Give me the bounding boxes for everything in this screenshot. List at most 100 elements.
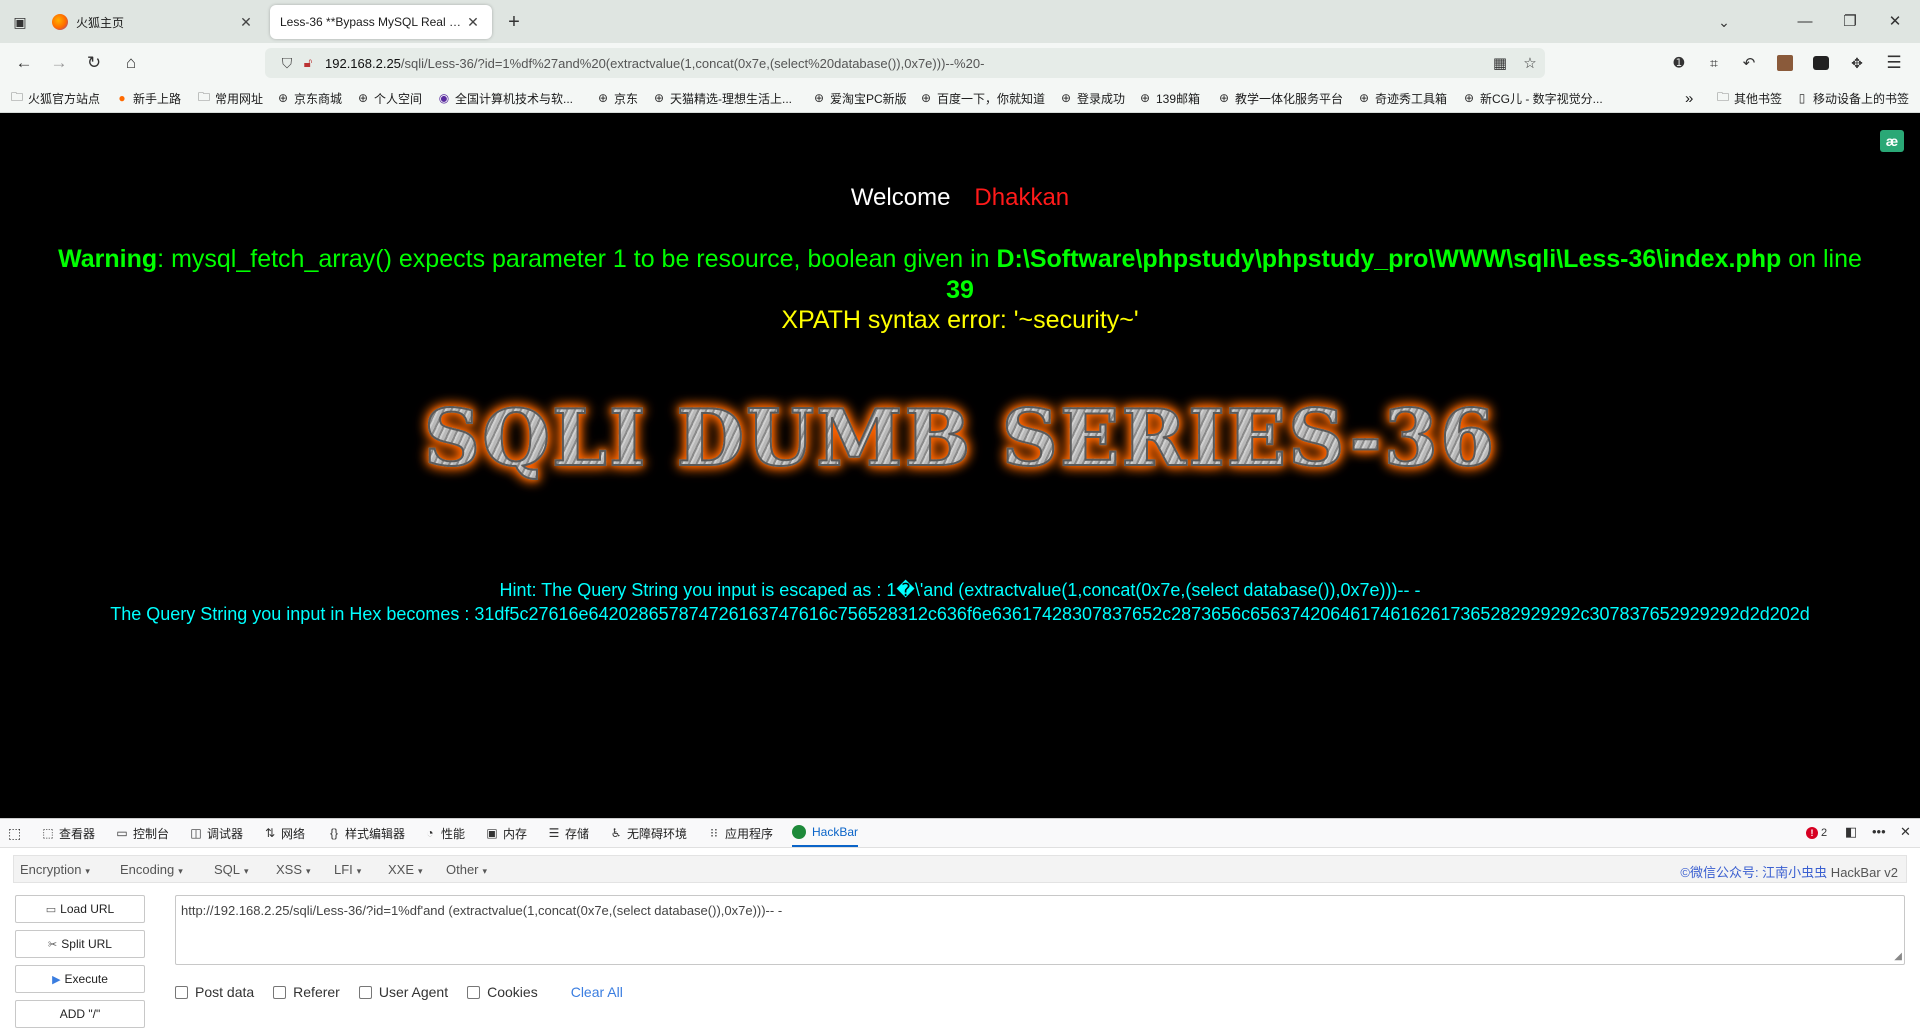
bookmark-label: 新手上路: [133, 91, 182, 106]
storage-icon: ☰: [548, 826, 560, 840]
bookmark-item[interactable]: ⊕ 139邮箱: [1138, 89, 1200, 107]
hackbar-menu-item[interactable]: XSS ▾: [276, 862, 311, 877]
url-text[interactable]: 192.168.2.25/sqli/Less-36/?id=1%df%27and…: [325, 56, 1485, 71]
minimize-button[interactable]: —: [1785, 8, 1825, 34]
debugger-icon: ◫: [190, 826, 202, 840]
tracking-shield-icon[interactable]: ⛉: [277, 55, 297, 72]
checkbox-label: User Agent: [378, 984, 449, 1000]
load-url-button[interactable]: ▭ Load URL: [15, 895, 145, 923]
close-devtools-icon[interactable]: ✕: [1900, 824, 1911, 840]
bookmark-item[interactable]: 🗀︎ 常用网址: [197, 89, 263, 107]
new-tab-button[interactable]: +: [500, 10, 528, 34]
list-all-tabs-icon[interactable]: ⌄: [1712, 10, 1736, 34]
post-data-checkbox[interactable]: Post data: [175, 984, 254, 1000]
cookies-checkbox[interactable]: Cookies: [467, 984, 538, 1000]
execute-button[interactable]: ▶ Execute: [15, 965, 145, 993]
clear-all-link[interactable]: Clear All: [571, 984, 623, 1000]
split-url-button[interactable]: ✂ Split URL: [15, 930, 145, 958]
bookmark-item[interactable]: ⊕ 教学一体化服务平台: [1217, 89, 1343, 107]
bookmark-mobile-folder[interactable]: ▯ 移动设备上的书签: [1795, 89, 1909, 107]
devtools-tab[interactable]: ▭ 控制台: [114, 819, 169, 847]
devtools-tab[interactable]: ⬚ 查看器: [40, 819, 95, 847]
devtools-tab[interactable]: ⁝⁝ 应用程序: [706, 819, 773, 847]
hackbar-menu-item[interactable]: LFI ▾: [334, 862, 361, 877]
globe-icon: ⊕: [813, 91, 825, 105]
home-icon[interactable]: ⌂: [117, 49, 145, 77]
bookmark-item[interactable]: ⊕ 奇迹秀工具箱: [1357, 89, 1447, 107]
forward-arrow-icon[interactable]: →: [45, 49, 73, 77]
more-options-icon[interactable]: •••: [1872, 824, 1886, 839]
bookmark-other-folder[interactable]: 🗀︎ 其他书签: [1716, 89, 1782, 107]
hackbar-menu-item[interactable]: SQL ▾: [214, 862, 249, 877]
bookmark-item[interactable]: ⊕ 天猫精选-理想生活上...: [652, 89, 792, 107]
inspector-icon: ⬚: [42, 826, 54, 840]
close-icon[interactable]: ✕: [237, 14, 255, 31]
checkbox-box[interactable]: [467, 985, 481, 999]
extension-1-icon[interactable]: ➊: [1665, 49, 1693, 77]
hackbar-menu-item[interactable]: Other ▾: [446, 862, 487, 877]
reload-icon[interactable]: ↻: [80, 49, 108, 77]
checkbox-box[interactable]: [358, 985, 372, 999]
checkbox-box[interactable]: [175, 985, 188, 999]
hackbar-menu: ©微信公众号: 江南小虫虫 HackBar v2 Encryption ▾ Enco…: [13, 855, 1907, 883]
bookmark-label: 登录成功: [1077, 91, 1126, 106]
bookmark-item[interactable]: ⊕ 新CG儿 - 数字视觉分...: [1462, 89, 1603, 107]
element-picker-icon[interactable]: ⬚: [8, 819, 21, 847]
bookmark-item[interactable]: ⊕ 登录成功: [1059, 89, 1125, 107]
devtools-tab[interactable]: ◫ 调试器: [188, 819, 243, 847]
devtools-tab-label: 调试器: [207, 826, 244, 841]
extension-ae-icon[interactable]: æ: [1880, 130, 1904, 152]
devtools-tab[interactable]: ◔ 性能: [422, 819, 465, 847]
bookmark-item[interactable]: ⊕ 百度一下，你就知道: [919, 89, 1045, 107]
style-editor-icon: {}: [329, 826, 338, 840]
window-close-button[interactable]: ✕: [1875, 8, 1915, 34]
bookmark-star-icon[interactable]: ☆: [1515, 54, 1545, 72]
insecure-lock-icon[interactable]: 🔓︎: [297, 55, 319, 71]
bookmark-item[interactable]: ⊕ 京东: [596, 89, 638, 107]
devtools-tab[interactable]: ☰ 存储: [546, 819, 589, 847]
crop-screenshot-icon[interactable]: ⌗: [1700, 49, 1728, 77]
devtools-tab[interactable]: {} 样式编辑器: [326, 819, 405, 847]
devtools-tab[interactable]: ⇅ 网络: [262, 819, 305, 847]
bookmark-item[interactable]: ◉ 全国计算机技术与软...: [437, 89, 573, 107]
back-arrow-icon[interactable]: ←: [10, 49, 38, 77]
bookmark-item[interactable]: ● 新手上路: [115, 89, 181, 107]
close-icon[interactable]: ✕: [464, 14, 482, 31]
extension-dark-icon[interactable]: [1807, 49, 1835, 77]
devtools-tab-label: 控制台: [133, 826, 170, 841]
welcome-line: Welcome Dhakkan: [0, 184, 1920, 212]
resize-grip-icon[interactable]: ◢: [1894, 951, 1902, 962]
extension-image-icon[interactable]: [1771, 49, 1799, 77]
hackbar-url-textarea[interactable]: http://192.168.2.25/sqli/Less-36/?id=1%d…: [175, 895, 1905, 965]
bookmark-more[interactable]: »: [1685, 89, 1693, 107]
bookmark-item[interactable]: ⊕ 京东商城: [276, 89, 342, 107]
devtools-tab[interactable]: ▣ 内存: [484, 819, 527, 847]
devtools-tab[interactable]: ♿︎ 无障碍环境: [608, 819, 687, 847]
undo-arrow-icon[interactable]: ↶: [1735, 49, 1763, 77]
tab-title: Less-36 **Bypass MySQL Real Escape Strin…: [280, 15, 464, 29]
tab-firefox-home[interactable]: 火狐主页 ✕: [42, 5, 265, 39]
bookmark-item[interactable]: ⊕ 爱淘宝PC新版: [812, 89, 907, 107]
bookmark-item[interactable]: 🗀︎ 火狐官方站点: [10, 89, 100, 107]
dock-side-icon[interactable]: ◧: [1845, 824, 1857, 840]
error-count-badge[interactable]: ! 2: [1806, 824, 1827, 839]
caret-down-icon: ▾: [418, 866, 423, 876]
hackbar-menu-item[interactable]: Encoding ▾: [120, 862, 183, 877]
checkbox-box[interactable]: [273, 985, 287, 999]
bookmark-item[interactable]: ⊕ 个人空间: [356, 89, 422, 107]
hackbar-menu-item[interactable]: XXE ▾: [388, 862, 423, 877]
execute-play-icon: ▶: [52, 973, 61, 986]
qr-code-icon[interactable]: ▦: [1485, 54, 1515, 72]
add-slash-button[interactable]: ADD "/": [15, 1000, 145, 1028]
user-agent-checkbox[interactable]: User Agent: [358, 984, 449, 1000]
restore-button[interactable]: ❐: [1830, 8, 1870, 34]
referer-checkbox[interactable]: Referer: [273, 984, 340, 1000]
hackbar-menu-item[interactable]: Encryption ▾: [20, 862, 90, 877]
extensions-puzzle-icon[interactable]: ✥: [1843, 49, 1871, 77]
caret-down-icon: ▾: [178, 866, 183, 876]
address-bar[interactable]: ⛉ 🔓︎ 192.168.2.25/sqli/Less-36/?id=1%df%…: [265, 48, 1545, 78]
devtools-tab[interactable]: HackBar: [792, 819, 859, 847]
menu-hamburger-icon[interactable]: ☰: [1880, 49, 1908, 77]
tab-list-icon[interactable]: ▣: [8, 10, 32, 34]
tab-less-36[interactable]: Less-36 **Bypass MySQL Real Escape Strin…: [270, 5, 492, 39]
